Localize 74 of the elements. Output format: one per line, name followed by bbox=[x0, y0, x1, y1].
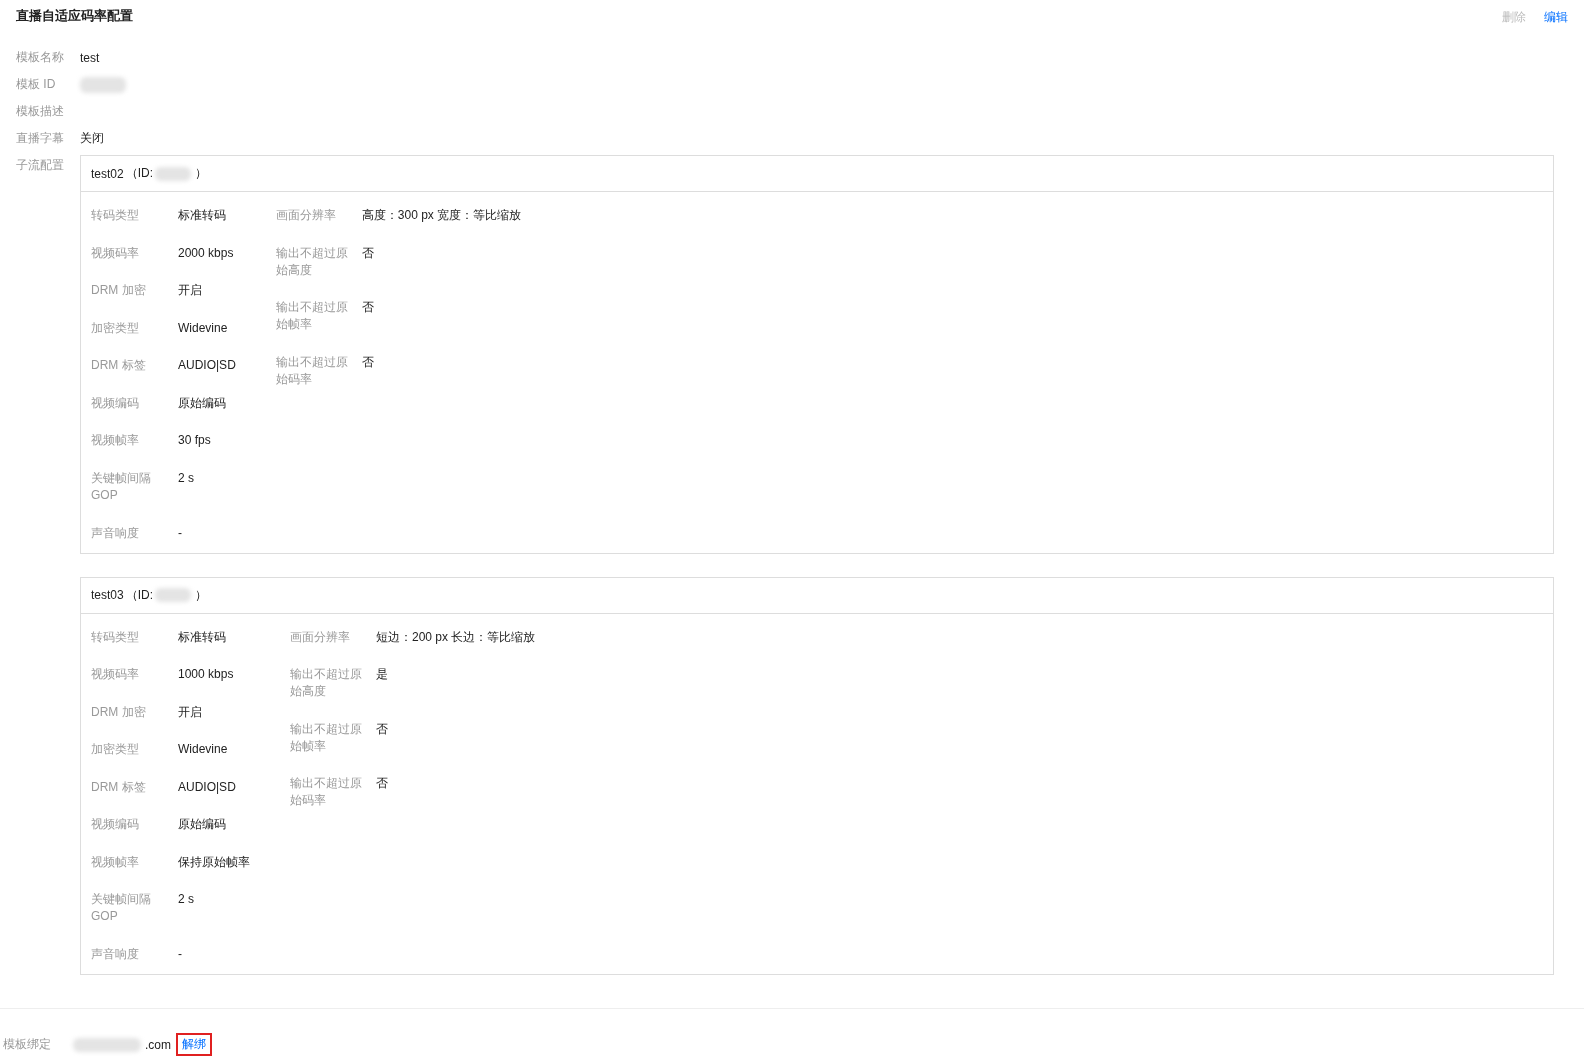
property-label: 视频编码 bbox=[91, 816, 140, 833]
property-label: 加密类型 bbox=[91, 319, 140, 337]
field-label: 直播字幕 bbox=[16, 130, 65, 147]
property-value: 否 bbox=[376, 775, 388, 792]
property-label: 输出不超过原始码率 bbox=[290, 775, 362, 809]
property-value: 开启 bbox=[178, 703, 202, 721]
property-value: - bbox=[178, 946, 182, 963]
field-label: 模板描述 bbox=[16, 103, 65, 120]
property-label: DRM 标签 bbox=[91, 778, 147, 796]
property-label: 输出不超过原始帧率 bbox=[275, 299, 348, 333]
property-value: 否 bbox=[376, 720, 388, 738]
property-value: AUDIO|SD bbox=[178, 357, 236, 374]
property-value: 1000 kbps bbox=[178, 666, 234, 683]
property-label: 画面分辨率 bbox=[290, 628, 351, 646]
property-label: 声音响度 bbox=[91, 946, 140, 963]
property-value: 2 s bbox=[178, 891, 194, 908]
property-label: 关键帧间隔 GOP bbox=[91, 469, 151, 504]
property-label: 输出不超过原始码率 bbox=[275, 353, 348, 388]
property-label: 声音响度 bbox=[91, 524, 140, 542]
stream-name: test02 bbox=[91, 166, 124, 181]
property-label: 转码类型 bbox=[91, 628, 140, 646]
property-label: 转码类型 bbox=[91, 207, 140, 224]
property-label: 画面分辨率 bbox=[275, 207, 337, 224]
property-value: 开启 bbox=[178, 282, 202, 299]
property-value: 否 bbox=[361, 244, 374, 262]
field-value: test bbox=[80, 50, 100, 65]
property-label: DRM 加密 bbox=[91, 282, 147, 299]
property-label: DRM 加密 bbox=[91, 703, 147, 721]
stream-id-label: （ID: bbox=[125, 165, 154, 182]
field-label: 子流配置 bbox=[16, 157, 65, 174]
redacted-blur bbox=[155, 588, 192, 602]
property-label: 视频码率 bbox=[91, 244, 140, 262]
property-value: 否 bbox=[361, 353, 374, 371]
field-label: 模板名称 bbox=[16, 49, 65, 66]
property-label: DRM 标签 bbox=[91, 357, 147, 374]
property-label: 加密类型 bbox=[91, 741, 140, 758]
property-label: 视频帧率 bbox=[91, 853, 140, 871]
stream-name: test03 bbox=[91, 588, 124, 602]
domain-suffix: .com bbox=[145, 1037, 171, 1052]
property-value: 2 s bbox=[178, 469, 194, 487]
redacted-blur bbox=[73, 1037, 141, 1052]
property-value: 否 bbox=[361, 299, 374, 316]
action-link[interactable]: 编辑 bbox=[1542, 7, 1570, 28]
stream-id-close: ） bbox=[195, 165, 208, 182]
property-value: Widevine bbox=[178, 741, 228, 758]
redacted-blur bbox=[80, 76, 126, 93]
property-value: 原始编码 bbox=[178, 816, 226, 833]
property-value: AUDIO|SD bbox=[178, 778, 236, 796]
stream-id-label: （ID: bbox=[125, 586, 154, 604]
property-value: 2000 kbps bbox=[178, 244, 234, 262]
property-label: 关键帧间隔 GOP bbox=[91, 891, 151, 925]
field-label: 模板 ID bbox=[16, 76, 57, 93]
property-value: 保持原始帧率 bbox=[178, 853, 250, 871]
property-value: 高度：300 px 宽度：等比缩放 bbox=[361, 207, 522, 224]
property-value: 30 fps bbox=[178, 432, 211, 449]
property-label: 视频编码 bbox=[91, 394, 140, 412]
field-label: 模板绑定 bbox=[3, 1036, 51, 1053]
unbind-link[interactable]: 解绑 bbox=[176, 1033, 212, 1056]
property-label: 视频码率 bbox=[91, 666, 140, 683]
property-value: 标准转码 bbox=[178, 207, 226, 224]
property-value: 标准转码 bbox=[178, 628, 226, 646]
property-label: 视频帧率 bbox=[91, 432, 140, 449]
property-label: 输出不超过原始高度 bbox=[275, 244, 348, 279]
field-value: 关闭 bbox=[80, 130, 104, 147]
property-value: Widevine bbox=[178, 319, 228, 337]
page-title: 直播自适应码率配置 bbox=[16, 7, 133, 25]
property-label: 输出不超过原始帧率 bbox=[290, 720, 362, 755]
property-value: 原始编码 bbox=[178, 394, 226, 412]
stream-id-close: ） bbox=[195, 586, 208, 604]
property-value: - bbox=[178, 524, 182, 542]
property-label: 输出不超过原始高度 bbox=[290, 666, 362, 700]
property-value: 短边：200 px 长边：等比缩放 bbox=[376, 628, 536, 646]
property-value: 是 bbox=[376, 666, 388, 683]
redacted-blur bbox=[155, 166, 192, 181]
